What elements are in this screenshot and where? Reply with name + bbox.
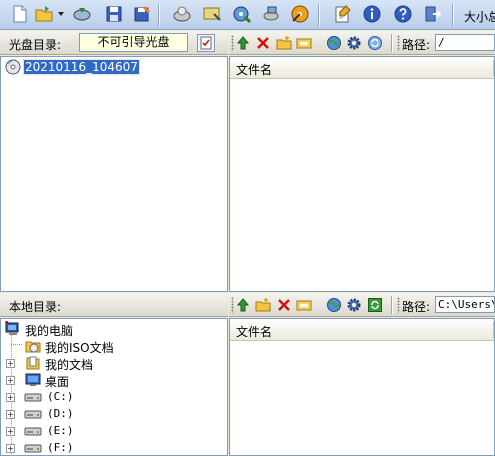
properties-icon[interactable] [332, 4, 352, 24]
column-header-filename[interactable]: 文件名 [236, 323, 272, 340]
open-dropdown-icon[interactable] [58, 12, 64, 16]
expand-icon[interactable]: + [6, 410, 15, 419]
iso-folder-icon [25, 341, 41, 353]
tree-item-label: (F:) [47, 441, 74, 454]
boot-properties-button[interactable] [197, 34, 215, 52]
new-folder-icon[interactable] [276, 35, 292, 51]
settings-gear-icon[interactable] [346, 35, 362, 51]
drive-icon [24, 393, 42, 402]
toolbar-grip [231, 297, 234, 313]
info-icon[interactable] [362, 4, 382, 24]
tree-item-drive-d[interactable]: + (D:) [3, 406, 203, 423]
local-directory-header: 本地目录: [0, 293, 228, 317]
disc-directory-label: 光盘目录: [9, 38, 62, 52]
main-toolbar: 大小总 [0, 0, 495, 30]
expand-icon[interactable]: + [6, 427, 15, 436]
expand-icon[interactable]: + [6, 444, 15, 453]
toolbar-separator [452, 4, 454, 26]
local-file-toolbar: 路径: C:\Users\ [229, 293, 495, 317]
rename-icon[interactable] [296, 297, 312, 313]
expand-icon[interactable]: + [6, 376, 15, 385]
column-header-filename[interactable]: 文件名 [236, 61, 272, 78]
new-folder-icon[interactable] [255, 297, 271, 313]
burn-icon[interactable] [172, 4, 192, 24]
local-tree-pane[interactable]: 我的电脑 我的ISO文档 + 我的文档 + 桌面 + (C:) + (D:) +… [0, 318, 228, 456]
new-icon[interactable] [10, 4, 30, 24]
disc-directory-header: 光盘目录: 不可引导光盘 [0, 31, 228, 55]
disc-file-list[interactable]: 文件名 [229, 56, 495, 292]
tree-item-drive-e[interactable]: + (E:) [3, 423, 203, 440]
total-size-label: 大小总 [464, 10, 495, 24]
local-file-list-header: 文件名 [230, 319, 494, 341]
mount-icon[interactable] [202, 4, 222, 24]
disc-path-input[interactable]: / [435, 34, 495, 51]
local-directory-label: 本地目录: [9, 300, 62, 314]
toolbar-separator [391, 34, 393, 52]
disc-icon [5, 59, 21, 75]
tree-item-label: 我的电脑 [25, 324, 74, 338]
column-divider[interactable] [493, 322, 494, 338]
drive-icon [24, 427, 42, 436]
tree-item-label: 20210116_104607 [23, 59, 140, 75]
tree-item-drive-c[interactable]: + (C:) [3, 389, 203, 406]
add-file-icon[interactable] [326, 35, 342, 51]
disc-path-label: 路径: [402, 38, 431, 52]
save-as-icon[interactable] [132, 4, 152, 24]
local-path-label: 路径: [402, 300, 431, 314]
extract-icon[interactable] [72, 4, 92, 24]
tree-item-my-documents[interactable]: + 我的文档 [3, 355, 203, 372]
add-file-icon[interactable] [326, 297, 342, 313]
desktop-icon [25, 373, 41, 386]
toolbar-grip [397, 297, 400, 313]
refresh-icon[interactable] [367, 297, 383, 313]
expand-icon[interactable]: + [6, 393, 15, 402]
tree-item-label: (E:) [47, 424, 74, 437]
toolbar-separator [318, 4, 320, 26]
compress-icon[interactable] [232, 4, 252, 24]
tree-item-my-iso-documents[interactable]: 我的ISO文档 [3, 338, 203, 355]
settings-gear-icon[interactable] [346, 297, 362, 313]
local-file-list[interactable]: 文件名 [229, 318, 495, 456]
up-level-icon[interactable] [235, 35, 251, 51]
open-icon[interactable] [34, 4, 54, 24]
refresh-icon[interactable] [367, 35, 383, 51]
convert-icon[interactable] [262, 4, 282, 24]
make-iso-icon[interactable] [290, 4, 310, 24]
column-divider[interactable] [493, 60, 494, 76]
local-path-input[interactable]: C:\Users\ [435, 296, 495, 313]
tree-item-label: 我的文档 [45, 358, 94, 372]
toolbar-separator [391, 296, 393, 314]
tree-item-desktop[interactable]: + 桌面 [3, 372, 203, 389]
toolbar-grip [397, 35, 400, 51]
checklist-icon [200, 36, 212, 50]
computer-icon [5, 321, 19, 335]
tree-item-my-computer[interactable]: 我的电脑 [3, 321, 203, 338]
disc-file-toolbar: 路径: / [229, 31, 495, 55]
disc-tree-pane[interactable]: 20210116_104607 [0, 56, 228, 292]
tree-item-drive-f[interactable]: + (F:) [3, 440, 203, 456]
tree-item-label: (C:) [47, 390, 74, 403]
up-level-icon[interactable] [235, 297, 251, 313]
tree-item-label: (D:) [47, 407, 74, 420]
tree-item-label: 我的ISO文档 [45, 341, 114, 355]
boot-type-field[interactable]: 不可引导光盘 [79, 33, 188, 52]
exit-icon[interactable] [422, 4, 442, 24]
documents-icon [26, 356, 40, 370]
tree-item-label: 桌面 [45, 375, 70, 389]
drive-icon [24, 410, 42, 419]
delete-icon[interactable] [276, 297, 292, 313]
expand-icon[interactable]: + [6, 359, 15, 368]
save-icon[interactable] [104, 4, 124, 24]
drive-icon [24, 444, 42, 453]
disc-file-list-header: 文件名 [230, 57, 494, 79]
toolbar-grip [231, 35, 234, 51]
rename-icon[interactable] [296, 35, 312, 51]
toolbar-separator [158, 4, 160, 26]
help-icon[interactable] [393, 4, 413, 24]
delete-icon[interactable] [255, 35, 271, 51]
